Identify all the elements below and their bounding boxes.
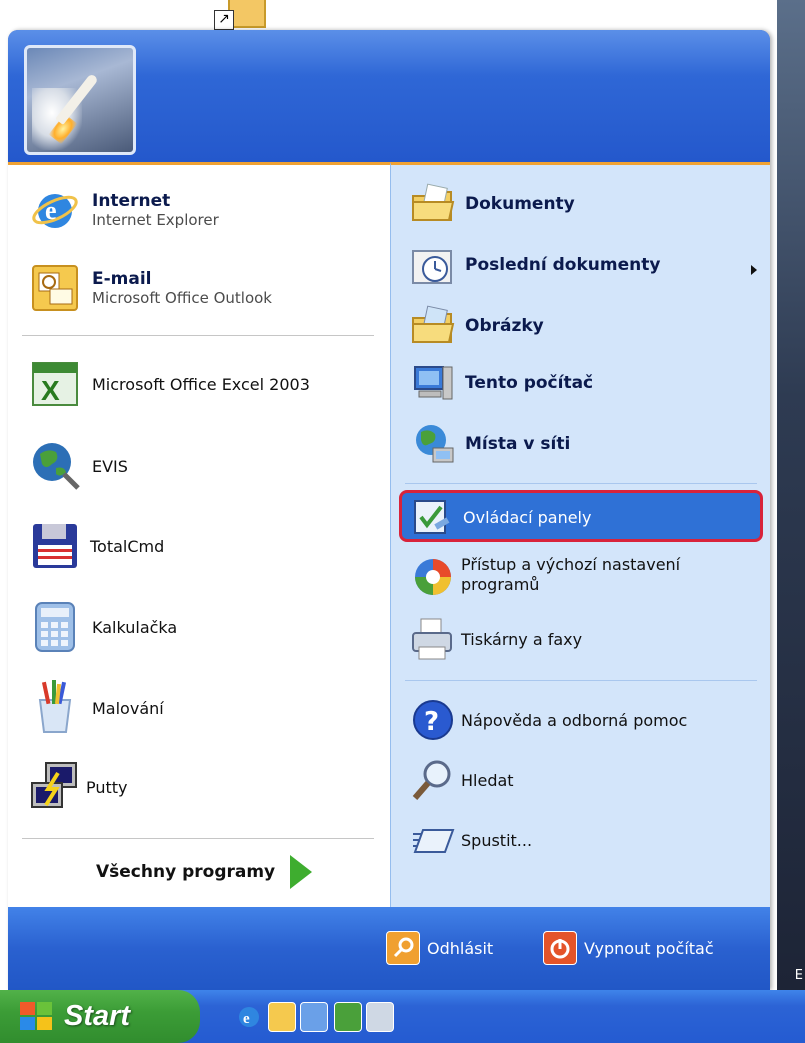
pinned-internet-subtitle: Internet Explorer [92, 211, 219, 229]
control-panel-icon [414, 500, 450, 534]
recent-paint[interactable]: Malování [30, 680, 164, 736]
network-places-icon [416, 425, 454, 463]
shutdown-button[interactable]: Vypnout počítač [543, 931, 714, 965]
start-menu-header [8, 30, 770, 162]
pinned-email-subtitle: Microsoft Office Outlook [92, 289, 272, 307]
quicklaunch-app-icon[interactable] [300, 1002, 328, 1032]
putty-icon [31, 762, 77, 808]
quicklaunch-network-icon[interactable] [366, 1002, 394, 1032]
right-item-printers[interactable]: Tiskárny a faxy [411, 617, 582, 661]
start-menu-footer: Odhlásit Vypnout počítač [8, 907, 770, 990]
right-item-program-access-label: Přístup a výchozí nastavení [461, 555, 681, 574]
pinned-internet-title: Internet [92, 191, 171, 211]
left-separator [22, 335, 374, 336]
right-item-control-panel-label: Ovládací panely [463, 507, 592, 527]
svg-text:e: e [45, 196, 57, 225]
pinned-internet[interactable]: e Internet Internet Explorer [30, 185, 219, 235]
right-panel: Dokumenty Poslední dokumenty Obrázky Ten… [390, 162, 770, 910]
recent-evis-label: EVIS [92, 456, 128, 476]
recent-putty[interactable]: Putty [30, 761, 128, 813]
internet-explorer-icon: e [32, 194, 78, 228]
program-access-icon [415, 559, 451, 595]
right-item-network-places-label: Místa v síti [465, 434, 571, 454]
submenu-arrow-icon [751, 265, 757, 275]
all-programs-button[interactable]: Všechny programy [96, 855, 313, 889]
floppy-icon [33, 524, 77, 568]
right-item-printers-label: Tiskárny a faxy [461, 629, 583, 649]
desktop-label: E [794, 968, 803, 983]
recent-totalcmd[interactable]: TotalCmd [30, 521, 164, 571]
paint-icon [38, 680, 72, 733]
right-item-search[interactable]: Hledat [411, 758, 514, 802]
taskbar: Start e [0, 990, 805, 1043]
my-pictures-icon [412, 305, 455, 343]
right-item-run-label: Spustit... [461, 830, 533, 850]
right-separator-1 [405, 483, 757, 484]
right-item-pictures[interactable]: Obrázky [411, 304, 544, 348]
right-item-my-computer[interactable]: Tento počítač [411, 361, 593, 405]
right-item-run[interactable]: Spustit... [411, 818, 532, 862]
right-item-documents-label: Dokumenty [465, 194, 575, 214]
quicklaunch-ie-icon[interactable]: e [236, 1002, 262, 1030]
recent-totalcmd-label: TotalCmd [90, 536, 165, 556]
right-item-recent-documents-label: Poslední dokumenty [465, 255, 661, 275]
key-icon [386, 931, 420, 965]
all-programs-label: Všechny programy [96, 862, 276, 882]
right-item-documents[interactable]: Dokumenty [411, 182, 575, 226]
calculator-icon [35, 602, 75, 652]
logoff-button[interactable]: Odhlásit [386, 931, 493, 965]
start-label: Start [64, 1000, 131, 1032]
right-item-program-access[interactable]: Přístup a výchozí nastavení programů [411, 553, 680, 597]
pinned-email-title: E-mail [92, 269, 152, 289]
run-icon [413, 829, 455, 853]
desktop-background [777, 0, 805, 990]
logoff-label: Odhlásit [427, 938, 494, 958]
recent-calculator[interactable]: Kalkulačka [30, 601, 177, 653]
recent-excel-label: Microsoft Office Excel 2003 [92, 374, 310, 394]
svg-text:?: ? [424, 707, 439, 737]
windows-logo-icon [20, 1001, 54, 1032]
quicklaunch-outlook-icon[interactable] [268, 1002, 296, 1032]
right-item-control-panel[interactable]: Ovládací panely [411, 497, 591, 537]
right-item-recent-documents[interactable]: Poslední dokumenty [411, 243, 660, 287]
recent-paint-label: Malování [92, 698, 164, 718]
right-item-my-computer-label: Tento počítač [465, 373, 594, 393]
excel-icon: X [32, 362, 78, 406]
right-separator-2 [405, 680, 757, 681]
recent-excel[interactable]: X Microsoft Office Excel 2003 [30, 359, 310, 409]
search-icon [412, 760, 451, 800]
right-item-search-label: Hledat [461, 770, 514, 790]
recent-documents-icon [412, 250, 452, 284]
outlook-icon [32, 265, 78, 311]
right-item-help-label: Nápověda a odborná pomoc [461, 710, 688, 730]
right-item-pictures-label: Obrázky [465, 316, 544, 336]
right-item-program-access-label2: programů [461, 575, 540, 594]
svg-text:e: e [243, 1011, 250, 1027]
left-panel: e Internet Internet Explorer E-mail Micr… [8, 162, 390, 910]
recent-evis[interactable]: EVIS [30, 440, 128, 492]
globe-plug-icon [33, 443, 80, 490]
user-avatar[interactable] [24, 45, 136, 155]
start-button[interactable]: Start [0, 990, 200, 1043]
help-icon: ? [413, 700, 453, 740]
recent-calculator-label: Kalkulačka [92, 617, 178, 637]
green-arrow-icon [290, 855, 313, 889]
right-item-help[interactable]: ? Nápověda a odborná pomoc [411, 698, 687, 742]
recent-putty-label: Putty [86, 777, 128, 797]
right-item-network-places[interactable]: Místa v síti [411, 422, 570, 466]
quicklaunch-pro-icon[interactable] [334, 1002, 362, 1032]
start-menu: e Internet Internet Explorer E-mail Micr… [8, 30, 770, 990]
printer-icon [412, 618, 452, 660]
left-bottom-separator [22, 838, 374, 839]
shutdown-label: Vypnout počítač [584, 938, 714, 958]
my-computer-icon [414, 366, 453, 400]
desktop-shortcut-icon[interactable]: ↗ [214, 0, 269, 32]
pinned-email[interactable]: E-mail Microsoft Office Outlook [30, 263, 272, 313]
my-documents-icon [412, 183, 455, 221]
svg-text:X: X [41, 375, 60, 406]
power-icon [543, 931, 577, 965]
